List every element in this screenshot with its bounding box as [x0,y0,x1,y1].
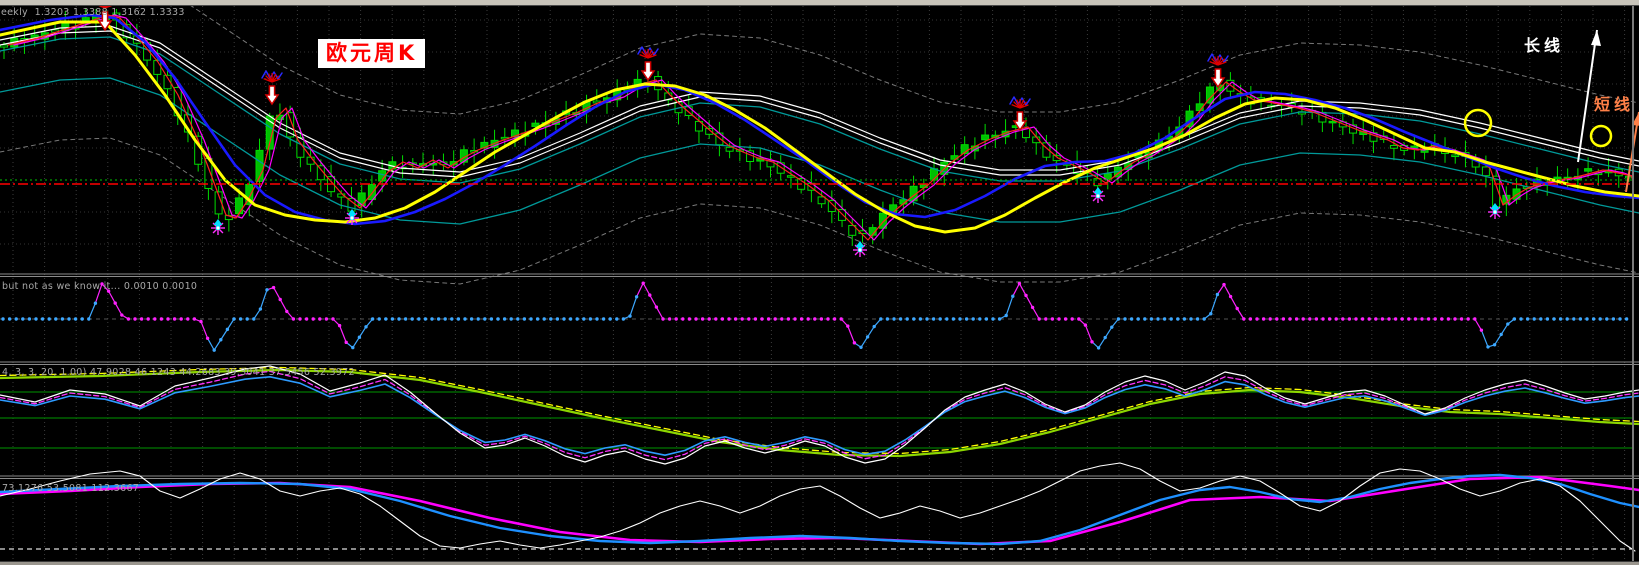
signal-pane [0,281,1632,352]
signal-pane-label: but not as we know it... 0.0010 0.0010 [2,281,198,292]
price-chart-canvas[interactable] [0,0,1639,565]
mt4-chart-window: eekly 1.3203 1.3388 1.3162 1.3333 欧元周K 长… [0,0,1639,565]
short-trend-label: 短线 [1594,95,1635,114]
stochastic-pane [0,365,1639,465]
long-trend-label: 长线 [1524,36,1565,55]
stochastic-pane-label: 4, 3, 3, 20, 1.00) 47.9028 46.1243 44.26… [2,367,355,378]
symbol-annotation: 欧元周K [318,39,426,68]
ohlc-readout: eekly 1.3203 1.3388 1.3162 1.3333 [1,7,185,18]
momentum-pane-label: 73.1276 53.5081 112.3667 [2,483,140,494]
main-pane [0,0,1639,285]
window-right-border [1632,6,1634,561]
window-bottom-edge [0,561,1639,565]
window-top-edge [0,0,1639,6]
